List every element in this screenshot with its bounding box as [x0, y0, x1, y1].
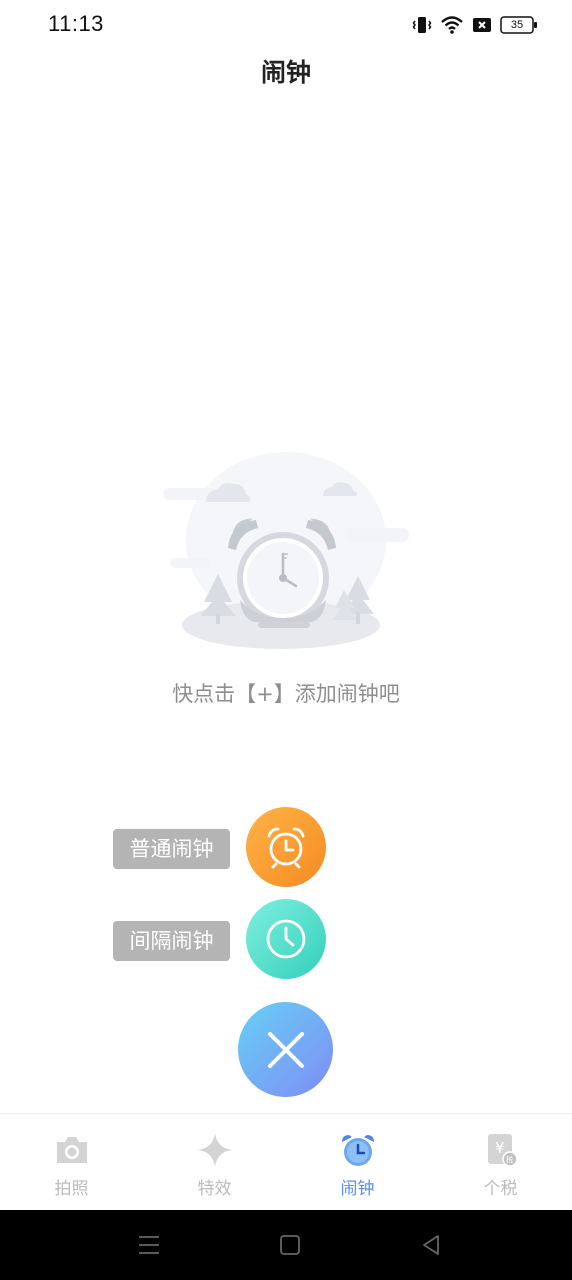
vibrate-icon — [412, 15, 432, 35]
status-bar: 11:13 35 — [0, 0, 572, 50]
alarm-clock-icon — [339, 1132, 377, 1168]
camera-icon — [53, 1132, 91, 1168]
tab-effects[interactable]: 特效 — [143, 1114, 286, 1210]
tax-icon: ¥ 税 — [482, 1132, 520, 1168]
menu-icon[interactable] — [136, 1232, 162, 1258]
page-title: 闹钟 — [260, 58, 311, 87]
sparkle-icon — [196, 1132, 234, 1168]
interval-alarm-button[interactable] — [246, 899, 326, 979]
tab-label-camera: 拍照 — [54, 1179, 89, 1199]
tab-label-alarm: 闹钟 — [340, 1179, 375, 1199]
battery-icon: 35 — [500, 16, 538, 34]
normal-alarm-button[interactable] — [246, 807, 326, 887]
svg-text:¥: ¥ — [495, 1139, 505, 1157]
fab-label-normal-alarm[interactable]: 普通闹钟 — [113, 829, 230, 869]
battery-level: 35 — [510, 19, 524, 31]
fab-item-normal-alarm[interactable]: 普通闹钟 — [0, 807, 572, 887]
close-fab-button[interactable] — [238, 1002, 333, 1097]
status-time: 11:13 — [48, 11, 104, 36]
sim-off-icon — [472, 15, 492, 35]
fab-item-interval-alarm[interactable]: 间隔闹钟 — [0, 898, 572, 979]
tab-camera[interactable]: 拍照 — [0, 1114, 143, 1210]
home-icon[interactable] — [277, 1232, 303, 1258]
interval-clock-icon — [266, 919, 306, 959]
status-icons: 35 — [412, 14, 538, 36]
fab-label-interval-alarm[interactable]: 间隔闹钟 — [113, 921, 230, 961]
system-nav-bar — [0, 1210, 572, 1280]
empty-hint: 快点击【+】添加闹钟吧 — [172, 682, 400, 706]
tab-label-effects: 特效 — [197, 1179, 232, 1199]
tab-label-tax: 个税 — [483, 1179, 518, 1199]
alarm-clock-illustration — [160, 450, 412, 662]
tab-tax[interactable]: ¥ 税 个税 — [429, 1114, 572, 1210]
back-icon[interactable] — [418, 1232, 444, 1258]
tab-bar: 拍照 特效 闹钟 ¥ 税 个税 — [0, 1113, 572, 1210]
wifi-icon — [440, 15, 464, 35]
svg-text:税: 税 — [506, 1155, 513, 1164]
alarm-clock-icon — [267, 827, 305, 869]
tab-alarm[interactable]: 闹钟 — [286, 1114, 429, 1210]
close-icon — [267, 1031, 304, 1068]
